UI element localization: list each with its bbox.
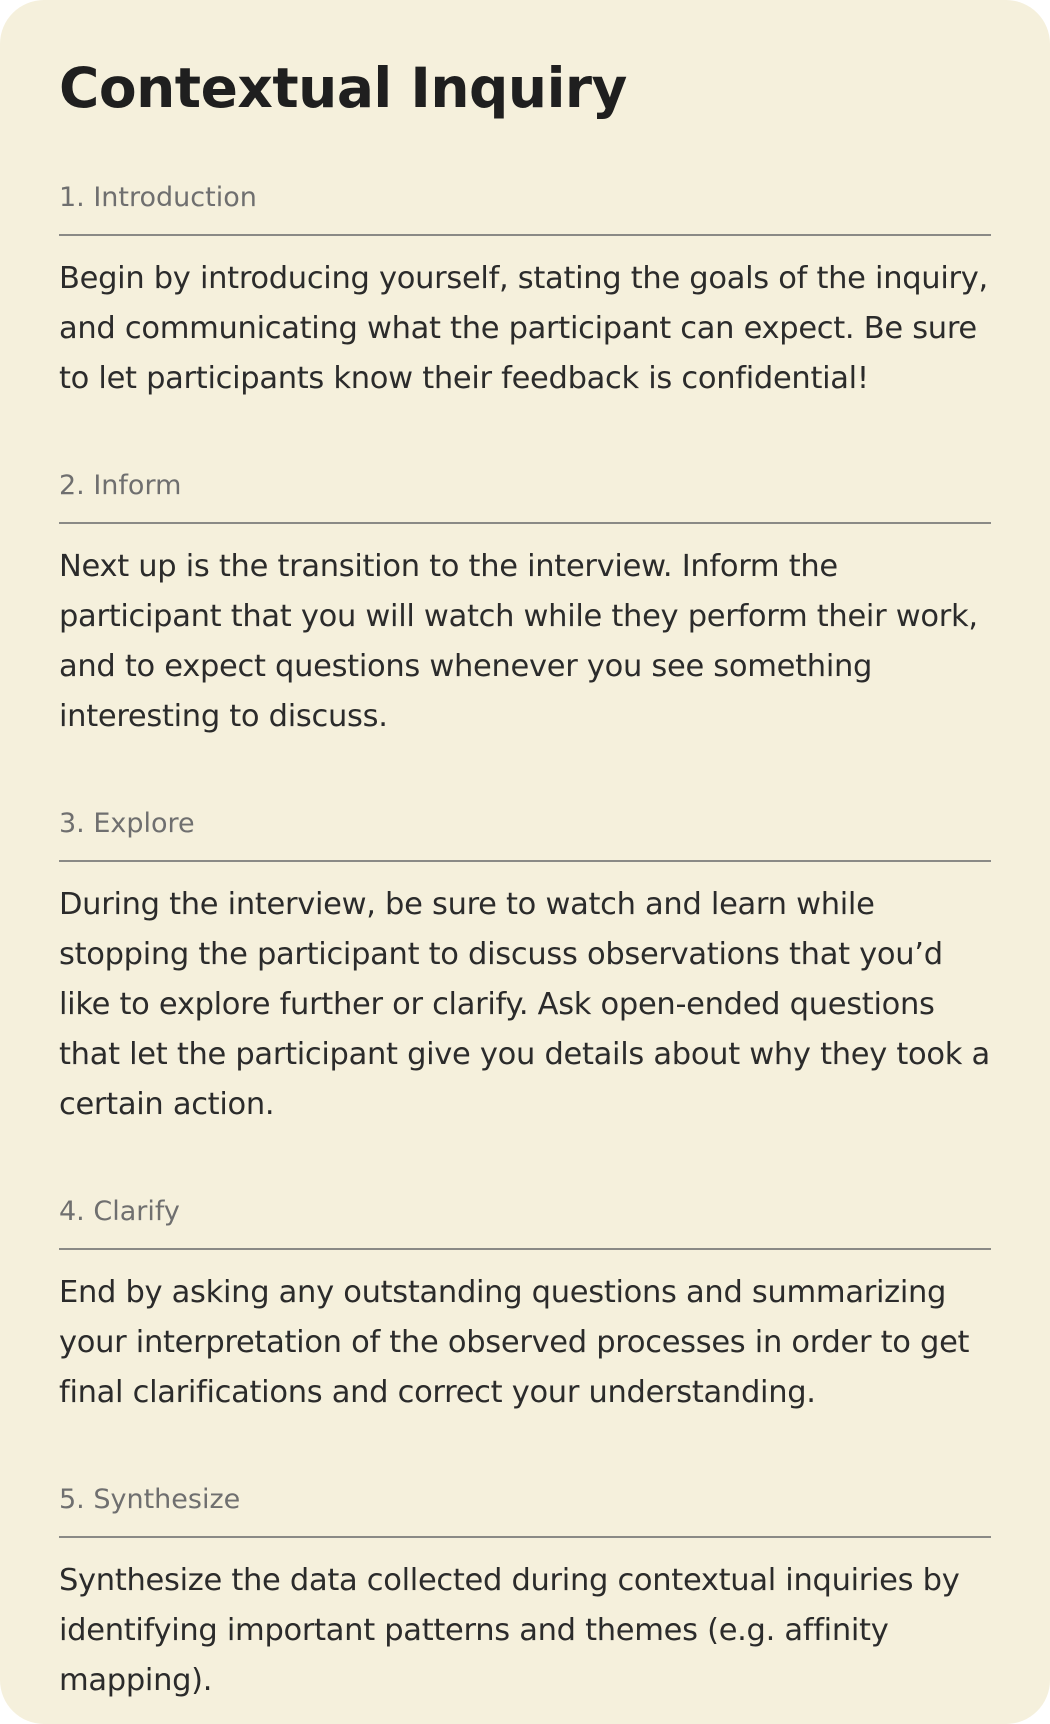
section-label: 2. Inform	[59, 468, 991, 524]
section-label: 5. Synthesize	[59, 1482, 991, 1538]
section-clarify: 4. Clarify End by asking any outstanding…	[59, 1194, 991, 1418]
section-body: End by asking any outstanding questions …	[59, 1275, 970, 1410]
section-label: 4. Clarify	[59, 1194, 991, 1250]
contextual-inquiry-card: Contextual Inquiry 1. Introduction Begin…	[0, 0, 1050, 1724]
section-label: 1. Introduction	[59, 180, 991, 236]
page-title: Contextual Inquiry	[59, 56, 627, 120]
section-synthesize: 5. Synthesize Synthesize the data collec…	[59, 1482, 991, 1706]
section-body: Begin by introducing yourself, stating t…	[59, 261, 988, 396]
section-label: 3. Explore	[59, 806, 991, 862]
section-body: Synthesize the data collected during con…	[59, 1563, 960, 1698]
section-explore: 3. Explore During the interview, be sure…	[59, 806, 991, 1130]
section-introduction: 1. Introduction Begin by introducing you…	[59, 180, 991, 404]
section-body: During the interview, be sure to watch a…	[59, 887, 990, 1122]
section-body: Next up is the transition to the intervi…	[59, 549, 978, 734]
section-inform: 2. Inform Next up is the transition to t…	[59, 468, 991, 742]
